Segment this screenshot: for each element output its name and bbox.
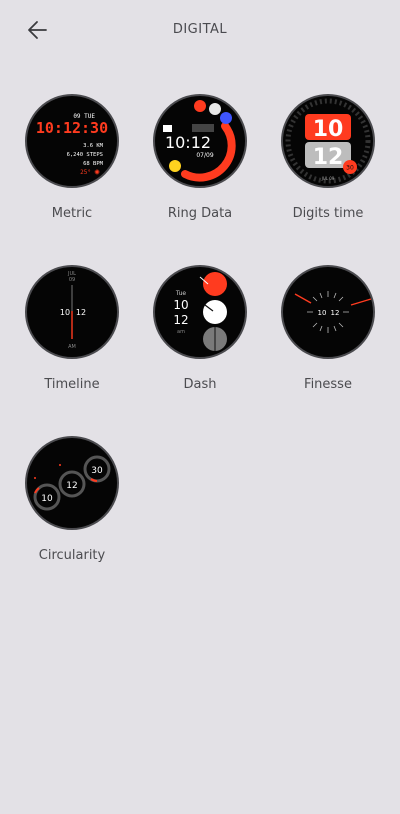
watchface-dash[interactable]: Tue 10 12 am Dash	[140, 265, 260, 392]
dash-weekday: Tue	[175, 290, 187, 297]
timeline-minute: 12	[76, 308, 86, 317]
watchface-timeline[interactable]: JUL 09 10 12 AM Timeline	[12, 265, 132, 392]
digits-date: JUL 09	[321, 176, 335, 181]
heart-icon	[220, 112, 232, 124]
watchface-preview: 10 12 30 JUL 09	[281, 94, 375, 188]
metric-bpm: 68 BPM	[83, 161, 104, 167]
watchface-finesse[interactable]: 10 12 Finesse	[268, 265, 388, 392]
watchface-circularity[interactable]: 10 12 30 Circularity	[12, 436, 132, 563]
page-title: DIGITAL	[172, 22, 228, 37]
watchface-preview: 10:12 07/09	[153, 94, 247, 188]
timeline-day: 09	[69, 277, 75, 283]
metric-steps: 6,240 STEPS	[67, 152, 103, 158]
watchface-label: Metric	[51, 206, 93, 221]
circularity-second: 30	[91, 466, 103, 476]
watchface-label: Ring Data	[167, 206, 233, 221]
circularity-minute: 12	[66, 481, 77, 491]
metric-time: 10:12:30	[36, 119, 108, 137]
timeline-period: AM	[68, 344, 76, 350]
watchface-preview: 10 12 30	[25, 436, 119, 530]
watchface-label: Digits time	[292, 206, 364, 221]
watchface-label: Finesse	[304, 377, 352, 392]
watchface-label: Circularity	[38, 548, 106, 563]
sun-icon: ✺	[94, 169, 100, 177]
top-bar: DIGITAL	[0, 0, 400, 60]
watchface-label: Timeline	[44, 377, 100, 392]
dash-period: am	[177, 329, 185, 335]
watchface-preview: JUL 09 10 12 AM	[25, 265, 119, 359]
ring-time: 10:12	[165, 133, 211, 152]
dash-hour: 10	[173, 298, 188, 312]
finesse-minute: 12	[331, 309, 340, 317]
alarm-icon	[194, 100, 206, 112]
circularity-hour: 10	[41, 494, 53, 504]
watchface-preview: 09 TUE 10:12:30 3.6 KM 6,240 STEPS 68 BP…	[25, 94, 119, 188]
digits-hour: 10	[313, 117, 344, 142]
metric-temp: 25°	[80, 169, 91, 176]
watchface-label: Dash	[183, 377, 217, 392]
watchface-metric[interactable]: 09 TUE 10:12:30 3.6 KM 6,240 STEPS 68 BP…	[12, 94, 132, 221]
timeline-hour: 10	[60, 308, 70, 317]
watchface-digits-time[interactable]: 10 12 30 JUL 09 Digits time	[268, 94, 388, 221]
watchface-ring-data[interactable]: 10:12 07/09 Ring Data	[140, 94, 260, 221]
dash-minute: 12	[173, 313, 188, 327]
settings-icon	[209, 103, 221, 115]
watchface-preview: Tue 10 12 am	[153, 265, 247, 359]
metric-distance: 3.6 KM	[83, 143, 104, 149]
digits-minute: 12	[313, 145, 344, 170]
watchface-preview: 10 12	[281, 265, 375, 359]
digits-badge: 30	[346, 165, 354, 172]
ring-date: 07/09	[196, 152, 213, 159]
battery-icon	[169, 160, 181, 172]
finesse-hour: 10	[318, 309, 327, 317]
